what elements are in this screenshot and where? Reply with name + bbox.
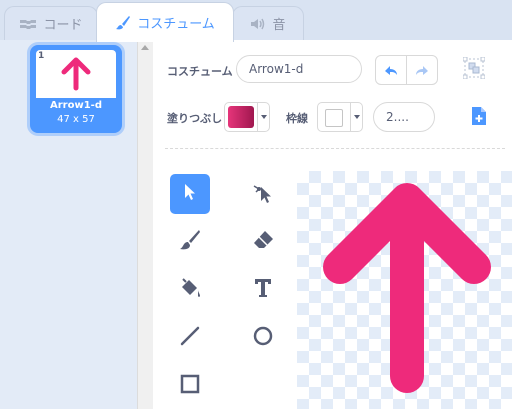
line-icon [178, 324, 202, 352]
tab-sounds-label: 音 [272, 18, 286, 33]
outline-label: 枠線 [286, 112, 308, 125]
circle-tool[interactable] [243, 318, 283, 358]
outline-color-picker[interactable] [317, 102, 363, 132]
costume-size: 47 x 57 [57, 114, 95, 125]
outline-width-input[interactable]: 2.... [373, 102, 435, 132]
circle-icon [251, 324, 275, 352]
costume-number: 1 [38, 51, 45, 61]
costume-item[interactable]: 1 Arrow1-d 47 x 57 [30, 45, 122, 133]
group-button[interactable] [462, 56, 486, 83]
costume-name: Arrow1-d [50, 100, 102, 111]
fill-tool[interactable] [170, 270, 210, 310]
arrow-costume-drawing[interactable] [297, 171, 512, 409]
reshape-tool[interactable] [243, 174, 283, 214]
outline-dropdown-arrow-icon[interactable] [350, 103, 364, 131]
speaker-icon [250, 17, 266, 31]
undo-icon [383, 61, 399, 80]
paint-bucket-icon [178, 276, 202, 304]
paintbrush-icon [178, 228, 202, 256]
rectangle-tool[interactable] [170, 366, 210, 406]
new-costume-button[interactable] [467, 106, 491, 130]
eraser-tool[interactable] [243, 222, 283, 262]
scroll-up-arrow-icon[interactable] [141, 45, 149, 50]
undo-button[interactable] [375, 55, 407, 85]
tab-costumes[interactable]: コスチューム [96, 2, 234, 42]
group-icon [462, 56, 486, 83]
tab-code[interactable]: コード [4, 6, 98, 40]
fill-label: 塗りつぶし [167, 112, 223, 125]
redo-icon [414, 61, 430, 80]
text-icon [251, 276, 275, 304]
undo-redo-group [375, 55, 441, 85]
tab-code-label: コード [43, 18, 83, 33]
outline-color-swatch [325, 109, 343, 127]
toolbar-divider [165, 148, 505, 149]
code-icon [19, 18, 37, 30]
costume-name-label: コスチューム [167, 65, 233, 78]
costume-name-input[interactable] [236, 55, 362, 83]
pointer-icon [182, 182, 198, 206]
fill-color-picker[interactable] [224, 102, 270, 132]
add-page-icon [470, 106, 488, 130]
drawing-canvas[interactable] [297, 171, 512, 409]
text-tool[interactable] [243, 270, 283, 310]
tab-costumes-label: コスチューム [137, 17, 215, 32]
select-tool[interactable] [170, 174, 210, 214]
tab-sounds[interactable]: 音 [232, 6, 304, 40]
eraser-icon [251, 228, 275, 256]
brush-tool[interactable] [170, 222, 210, 262]
scrollbar[interactable] [137, 40, 153, 409]
paint-editor: コスチューム 塗りつぶし [153, 40, 512, 409]
fill-dropdown-arrow-icon[interactable] [257, 103, 271, 131]
brush-icon [115, 15, 131, 31]
line-tool[interactable] [170, 318, 210, 358]
tab-bar: コード コスチューム 音 [0, 0, 512, 42]
reshape-icon [251, 180, 275, 208]
costume-list: 1 Arrow1-d 47 x 57 [0, 40, 138, 409]
redo-button[interactable] [406, 55, 438, 85]
rectangle-icon [178, 372, 202, 400]
costume-thumbnail [36, 50, 116, 98]
fill-color-swatch [228, 106, 254, 128]
